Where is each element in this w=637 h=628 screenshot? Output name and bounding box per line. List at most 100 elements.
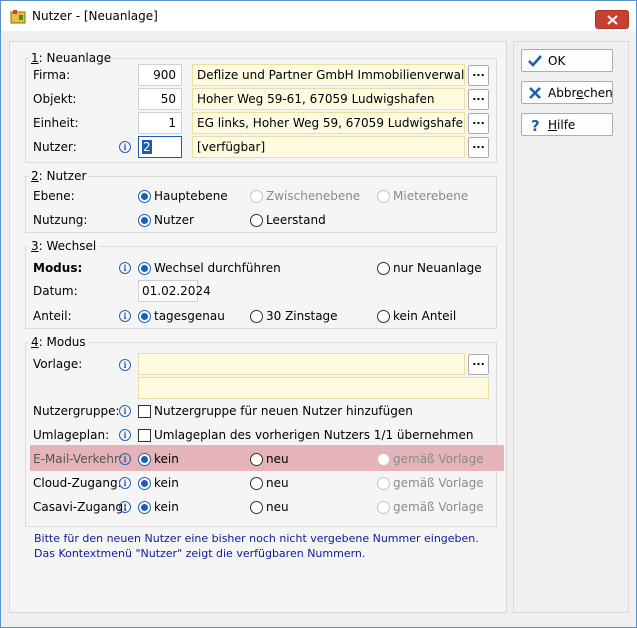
section-wechsel-legend: 3: Wechsel	[31, 239, 97, 253]
objekt-browse-button[interactable]: ...	[468, 89, 489, 110]
ebene-mieterebene-label: Mieterebene	[393, 189, 469, 203]
nutzer-number-field[interactable]: 2	[138, 136, 182, 158]
nutzung-nutzer-radio[interactable]	[138, 214, 151, 227]
anteil-tagesgenau-label: tagesgenau	[154, 309, 225, 323]
ebene-mieterebene-radio[interactable]	[377, 190, 390, 203]
casavi-neu-radio[interactable]	[250, 501, 263, 514]
dialog-client: 1: Neuanlage Firma: 900 Deflize und Part…	[7, 31, 631, 623]
firma-number-field[interactable]: 900	[138, 64, 182, 86]
nutzer-info-icon[interactable]: i	[119, 141, 131, 153]
ebene-hauptebene-radio[interactable]	[138, 190, 151, 203]
close-button[interactable]	[595, 10, 629, 29]
firma-browse-button[interactable]: ...	[468, 65, 489, 86]
anteil-kein-label: kein Anteil	[393, 309, 457, 323]
vorlage-description-field	[138, 377, 489, 399]
modus-neuanlage-label: nur Neuanlage	[393, 261, 482, 275]
help-button-label: Hilfe	[548, 118, 576, 132]
dialog-window: Nutzer - [Neuanlage] 1: Neuanlage Firma:…	[0, 0, 637, 628]
modus-info-icon[interactable]: i	[119, 262, 131, 274]
cancel-button-label: Abbrechen	[548, 86, 613, 100]
einheit-number-field[interactable]: 1	[138, 112, 182, 134]
firma-label: Firma:	[33, 68, 71, 82]
cloud-neu-radio[interactable]	[250, 477, 263, 490]
umlageplan-checkbox-label: Umlageplan des vorherigen Nutzers 1/1 üb…	[154, 428, 474, 442]
cloud-vorlage-label: gemäß Vorlage	[393, 476, 484, 490]
umlageplan-checkbox[interactable]	[138, 429, 151, 442]
vorlage-label: Vorlage:	[33, 357, 83, 371]
nutzer-label: Nutzer:	[33, 140, 77, 154]
email-neu-radio[interactable]	[250, 453, 263, 466]
einheit-label: Einheit:	[33, 116, 79, 130]
ok-button-label: OK	[548, 54, 566, 68]
section-nutzer-legend: 2: Nutzer	[31, 169, 87, 183]
anteil-label: Anteil:	[33, 309, 72, 323]
nutzung-leerstand-radio[interactable]	[250, 214, 263, 227]
nutzung-label: Nutzung:	[33, 213, 88, 227]
casavi-kein-label: kein	[154, 500, 179, 514]
ok-button[interactable]: OK	[521, 49, 613, 72]
email-label: E-Mail-Verkehr:	[33, 452, 123, 466]
anteil-zinstage-radio[interactable]	[250, 310, 263, 323]
cloud-kein-label: kein	[154, 476, 179, 490]
modus-neuanlage-radio[interactable]	[377, 262, 390, 275]
section-modus-legend: 4: Modus	[31, 335, 86, 349]
casavi-kein-radio[interactable]	[138, 501, 151, 514]
email-kein-radio[interactable]	[138, 453, 151, 466]
casavi-vorlage-label: gemäß Vorlage	[393, 500, 484, 514]
casavi-info-icon[interactable]: i	[119, 501, 131, 513]
anteil-tagesgenau-radio[interactable]	[138, 310, 151, 323]
cloud-kein-radio[interactable]	[138, 477, 151, 490]
email-vorlage-label: gemäß Vorlage	[393, 452, 484, 466]
einheit-name-field: EG links, Hoher Weg 59, 67059 Ludwigshaf…	[192, 112, 465, 134]
umlageplan-info-icon[interactable]: i	[119, 429, 131, 441]
firma-name-field: Deflize und Partner GmbH Immobilienverwa…	[192, 64, 465, 86]
svg-text:?: ?	[531, 117, 540, 133]
vorlage-info-icon[interactable]: i	[119, 359, 131, 371]
modus-wechsel-label: Wechsel durchführen	[154, 261, 281, 275]
objekt-name-field: Hoher Weg 59-61, 67059 Ludwigshafen	[192, 88, 465, 110]
cloud-info-icon[interactable]: i	[119, 477, 131, 489]
close-icon	[607, 15, 618, 25]
nutzergruppe-info-icon[interactable]: i	[119, 405, 131, 417]
modus-label: Modus:	[33, 261, 83, 275]
cross-icon	[529, 87, 541, 99]
casavi-neu-label: neu	[266, 500, 289, 514]
email-info-icon[interactable]: i	[119, 453, 131, 465]
ebene-zwischenebene-radio[interactable]	[250, 190, 263, 203]
objekt-number-field[interactable]: 50	[138, 88, 182, 110]
casavi-label: Casavi-Zugang:	[33, 500, 128, 514]
nutzung-nutzer-label: Nutzer	[154, 213, 194, 227]
anteil-zinstage-label: 30 Zinstage	[266, 309, 338, 323]
question-icon: ?	[531, 117, 540, 133]
cloud-vorlage-radio[interactable]	[377, 477, 390, 490]
nutzer-browse-button[interactable]: ...	[468, 137, 489, 158]
hint-text: Bitte für den neuen Nutzer eine bisher n…	[34, 532, 479, 560]
cloud-label: Cloud-Zugang:	[33, 476, 122, 490]
help-button[interactable]: ? Hilfe	[521, 113, 613, 136]
nutzergruppe-checkbox-label: Nutzergruppe für neuen Nutzer hinzufügen	[154, 404, 413, 418]
nutzer-status-field: [verfügbar]	[192, 136, 465, 158]
title-bar[interactable]: Nutzer - [Neuanlage]	[1, 1, 636, 31]
window-title: Nutzer - [Neuanlage]	[32, 9, 158, 23]
email-vorlage-radio[interactable]	[377, 453, 390, 466]
casavi-vorlage-radio[interactable]	[377, 501, 390, 514]
app-icon	[10, 10, 26, 24]
datum-label: Datum:	[33, 284, 78, 298]
cloud-neu-label: neu	[266, 476, 289, 490]
ebene-zwischenebene-label: Zwischenebene	[266, 189, 361, 203]
nutzergruppe-checkbox[interactable]	[138, 405, 151, 418]
anteil-info-icon[interactable]: i	[119, 310, 131, 322]
datum-field[interactable]: 01.02.2024	[138, 280, 211, 302]
modus-wechsel-radio[interactable]	[138, 262, 151, 275]
umlageplan-label: Umlageplan:	[33, 428, 110, 442]
vorlage-browse-button[interactable]: ...	[468, 354, 489, 375]
ebene-hauptebene-label: Hauptebene	[154, 189, 228, 203]
email-neu-label: neu	[266, 452, 289, 466]
vorlage-field[interactable]	[138, 353, 465, 375]
anteil-kein-radio[interactable]	[377, 310, 390, 323]
objekt-label: Objekt:	[33, 92, 77, 106]
section-neuanlage-legend: 1: Neuanlage	[31, 51, 112, 65]
checkmark-icon	[528, 55, 542, 67]
cancel-button[interactable]: Abbrechen	[521, 81, 613, 104]
einheit-browse-button[interactable]: ...	[468, 113, 489, 134]
